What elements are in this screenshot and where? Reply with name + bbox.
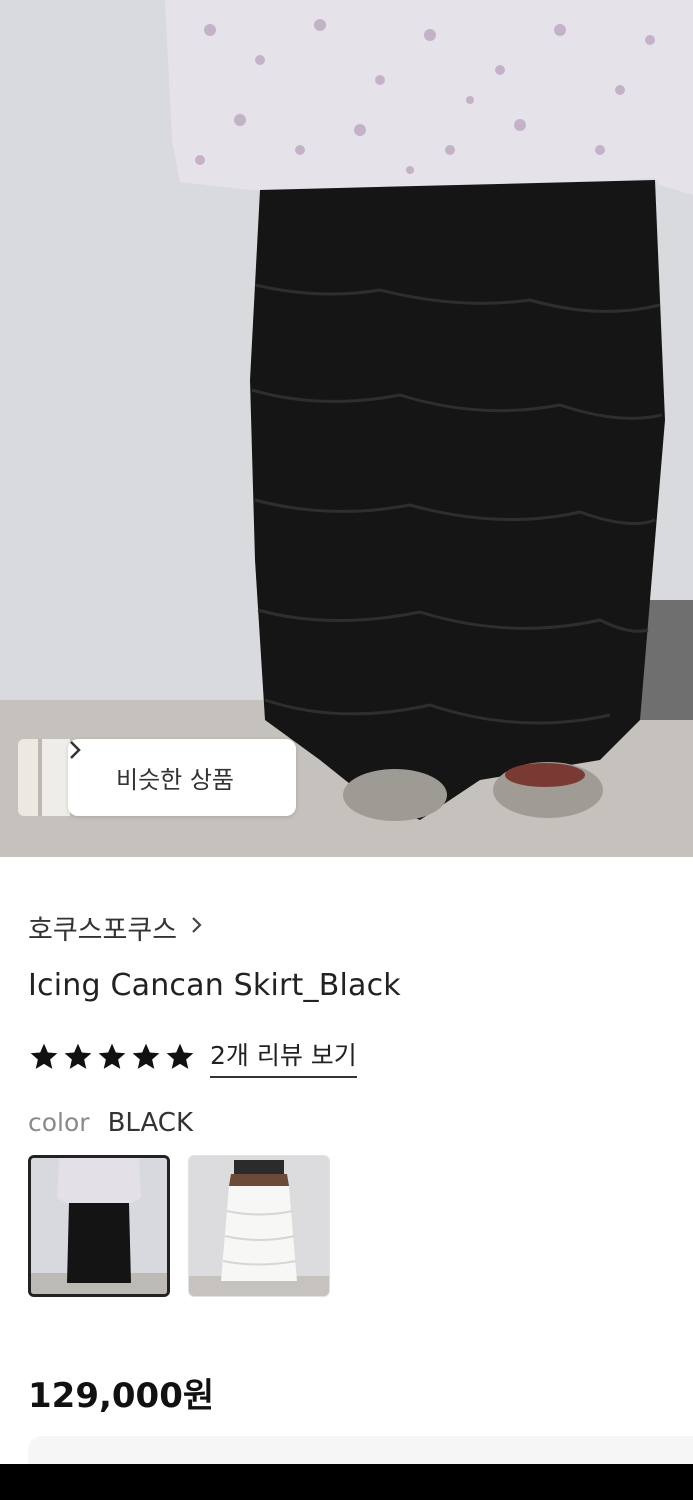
similar-products-thumbnail: [18, 739, 70, 816]
color-value: BLACK: [107, 1108, 194, 1138]
system-bottom-bar: [0, 1464, 693, 1500]
hero-photo-illustration: [0, 0, 693, 857]
similar-products-button[interactable]: 비슷한 상품: [68, 739, 296, 816]
color-swatch-black[interactable]: [28, 1155, 170, 1297]
swatch-black-image: [31, 1158, 167, 1294]
rating-row: 2개 리뷰 보기: [28, 1036, 357, 1078]
color-swatch-white[interactable]: [188, 1155, 330, 1297]
star-icon: [30, 1043, 58, 1069]
swatch-white-image: [189, 1156, 329, 1296]
color-row: color BLACK: [28, 1108, 193, 1138]
star-icon: [98, 1043, 126, 1069]
product-title: Icing Cancan Skirt_Black: [28, 968, 401, 1003]
star-icon: [166, 1043, 194, 1069]
brand-link[interactable]: 호쿠스포쿠스: [28, 908, 203, 947]
product-price: 129,000원: [28, 1376, 215, 1416]
brand-name: 호쿠스포쿠스: [28, 915, 178, 946]
star-rating: [28, 1041, 196, 1073]
color-label: color: [28, 1108, 90, 1137]
chevron-right-icon: [191, 915, 203, 941]
similar-products-label: 비슷한 상품: [115, 766, 235, 794]
product-hero-image[interactable]: 비슷한 상품: [0, 0, 693, 857]
star-icon: [132, 1043, 160, 1069]
review-link[interactable]: 2개 리뷰 보기: [210, 1036, 357, 1078]
star-icon: [64, 1043, 92, 1069]
